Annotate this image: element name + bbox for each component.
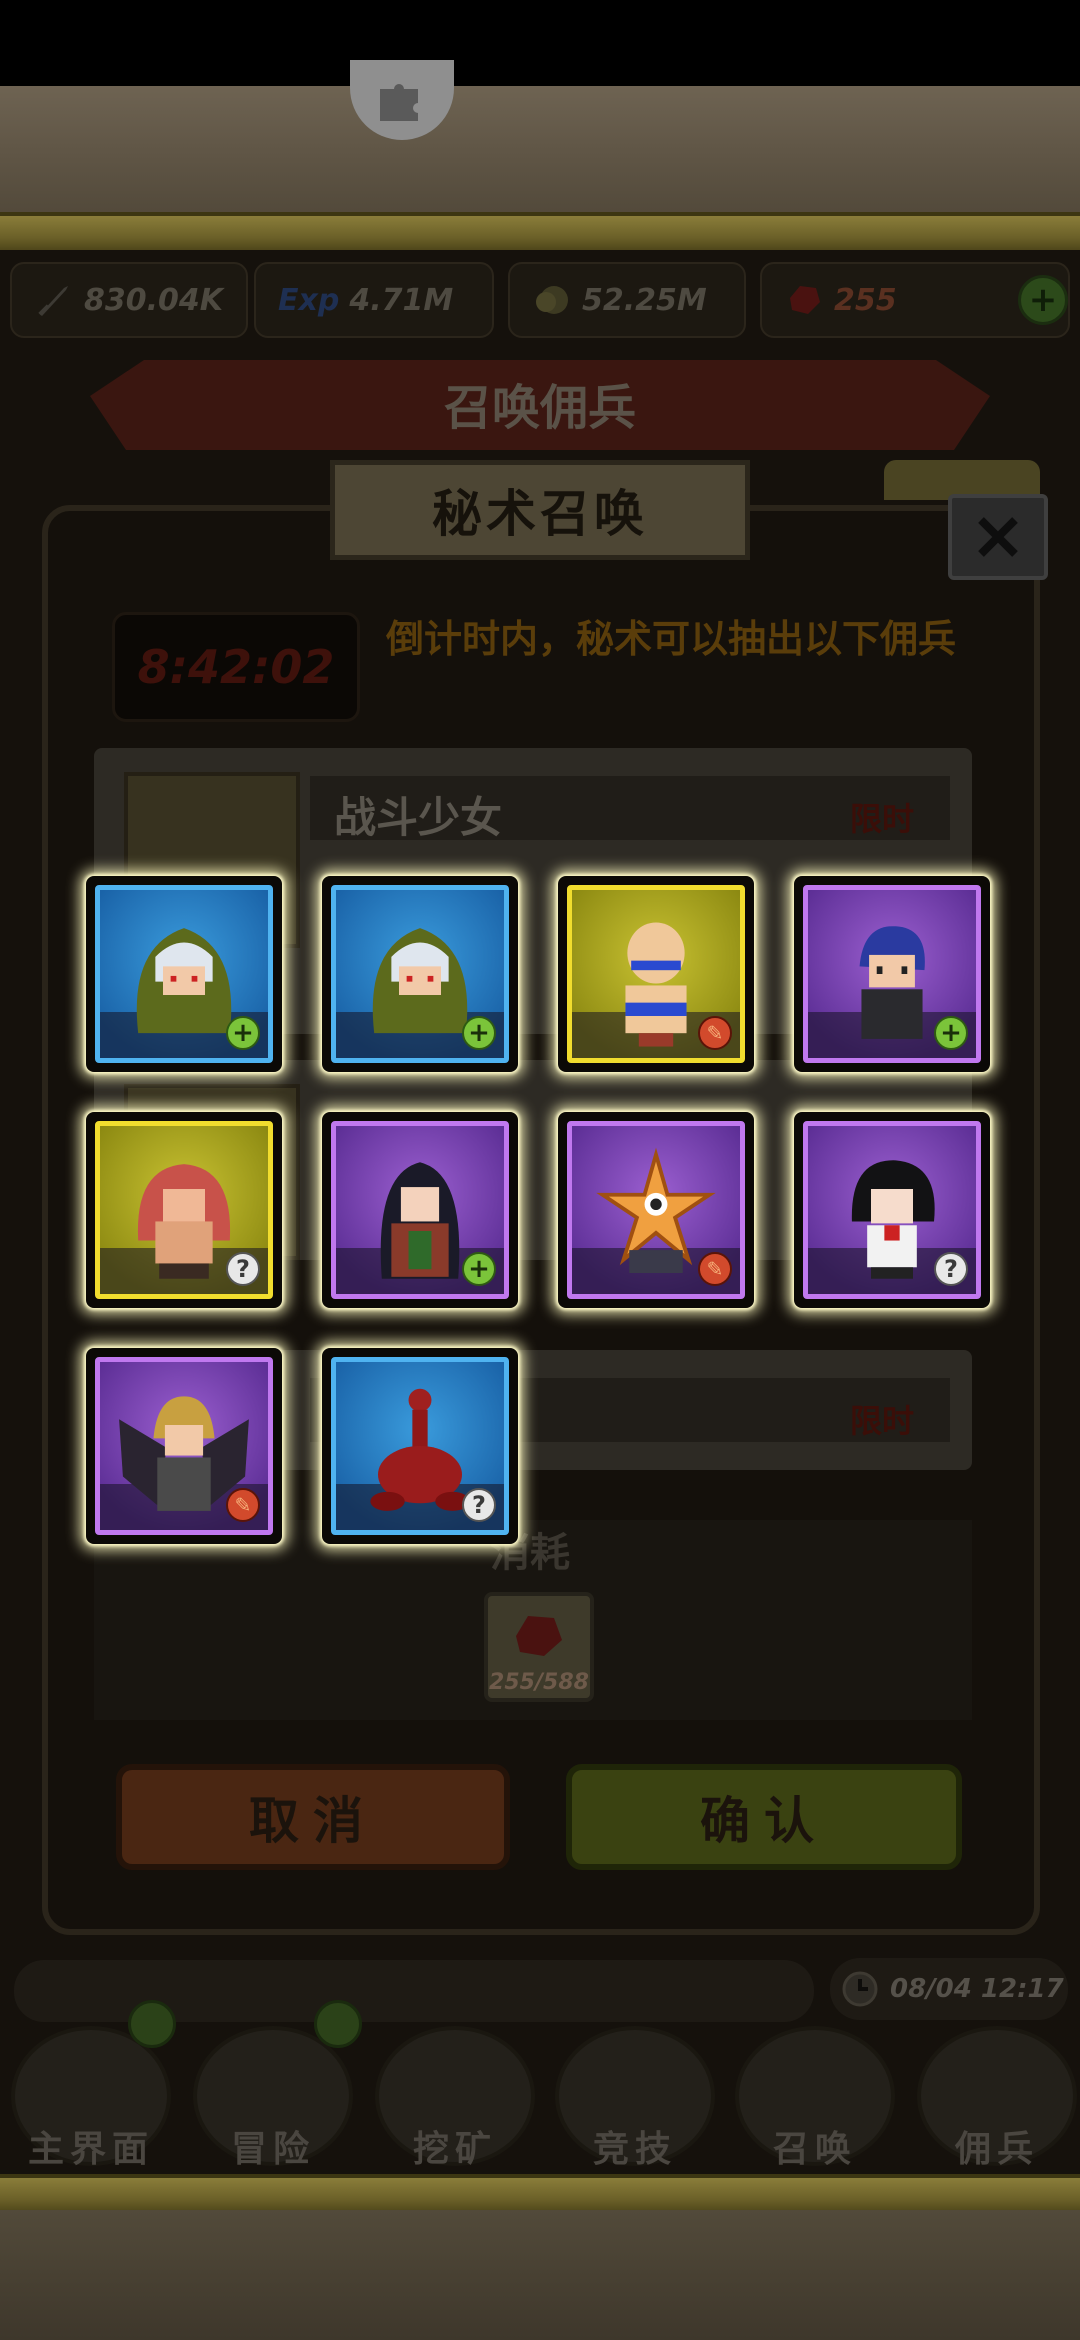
plus-badge-icon: + bbox=[934, 1016, 968, 1050]
notification-dot bbox=[128, 2000, 176, 2048]
resource-bar: 830.04K Exp 4.71M 52.25M 255 + bbox=[10, 262, 1070, 338]
popup-title-plate: 秘术召唤 bbox=[330, 460, 750, 560]
exp-display: Exp 4.71M bbox=[254, 262, 494, 338]
countdown-timer-box: 8:42:02 bbox=[112, 612, 360, 722]
hero-card-winged-knight[interactable]: ✎ bbox=[86, 1348, 282, 1544]
nav-pickaxe[interactable]: 挖矿 bbox=[370, 2000, 540, 2180]
feather-badge-icon: ✎ bbox=[698, 1016, 732, 1050]
close-button[interactable] bbox=[948, 494, 1048, 580]
hero-card-frame: + bbox=[331, 885, 509, 1063]
parchment-map-background bbox=[0, 86, 1080, 216]
ruby-value: 255 bbox=[834, 282, 897, 318]
hero-card-frame: ? bbox=[803, 1121, 981, 1299]
nav-label: 主界面 bbox=[27, 2129, 154, 2170]
plus-icon: + bbox=[1028, 280, 1058, 320]
hero-card-frame: ? bbox=[95, 1121, 273, 1299]
close-icon bbox=[978, 517, 1018, 557]
gold-coin-icon bbox=[536, 286, 568, 314]
status-bar bbox=[0, 0, 1080, 86]
summon-header-title: 召唤佣兵 bbox=[443, 380, 636, 436]
hero-card-red-scorpion[interactable]: ? bbox=[322, 1348, 518, 1544]
cost-value: 255/588 bbox=[489, 1670, 589, 1695]
limited-tag: 限时 bbox=[850, 1402, 915, 1440]
nav-crossed-swords[interactable]: 竞技 bbox=[550, 2000, 720, 2180]
sword-icon bbox=[38, 286, 68, 316]
cancel-button[interactable]: 取消 bbox=[116, 1764, 510, 1870]
add-ruby-button[interactable]: + bbox=[1018, 275, 1068, 325]
hero-card-bald-fighter[interactable]: ✎ bbox=[558, 876, 754, 1072]
question-badge-icon: ? bbox=[462, 1488, 496, 1522]
nav-label: 挖矿 bbox=[412, 2129, 497, 2170]
hero-card-frame: ✎ bbox=[567, 1121, 745, 1299]
plus-badge-icon: + bbox=[462, 1252, 496, 1286]
countdown-timer: 8:42:02 bbox=[137, 640, 335, 694]
hero-card-frame: ? bbox=[331, 1357, 509, 1535]
exp-icon: Exp bbox=[278, 282, 340, 318]
nav-label: 冒险 bbox=[230, 2129, 315, 2170]
limited-tag: 限时 bbox=[850, 800, 915, 838]
feather-badge-icon: ✎ bbox=[698, 1252, 732, 1286]
nav-label: 召唤 bbox=[772, 2129, 857, 2170]
hero-card-green-hood-silver-hair[interactable]: + bbox=[322, 876, 518, 1072]
gold-display: 52.25M bbox=[508, 262, 746, 338]
puzzle-icon bbox=[380, 83, 418, 121]
plus-badge-icon: + bbox=[226, 1016, 260, 1050]
hero-card-frame: + bbox=[331, 1121, 509, 1299]
hero-card-frame: + bbox=[803, 885, 981, 1063]
nav-tent[interactable]: 佣兵 bbox=[912, 2000, 1080, 2180]
hero-card-green-hood-silver-hair[interactable]: + bbox=[86, 876, 282, 1072]
hero-card-red-hair-brawler[interactable]: ? bbox=[86, 1112, 282, 1308]
hero-card-frame: ✎ bbox=[567, 885, 745, 1063]
parchment-map-background-bottom bbox=[0, 2210, 1080, 2340]
hero-card-starfish[interactable]: ✎ bbox=[558, 1112, 754, 1308]
hero-card-frame: + bbox=[95, 885, 273, 1063]
confirm-button[interactable]: 确认 bbox=[566, 1764, 962, 1870]
feather-badge-icon: ✎ bbox=[226, 1488, 260, 1522]
nav-summon-scroll[interactable]: 召唤 bbox=[730, 2000, 900, 2180]
exp-value: 4.71M bbox=[349, 282, 454, 318]
question-badge-icon: ? bbox=[226, 1252, 260, 1286]
nav-label: 竞技 bbox=[592, 2129, 677, 2170]
hero-card-dark-hair-mage[interactable]: + bbox=[322, 1112, 518, 1308]
row-name: 战斗少女 bbox=[334, 793, 503, 842]
popup-title: 秘术召唤 bbox=[432, 485, 648, 543]
notification-dot bbox=[314, 2000, 362, 2048]
ruby-display: 255 + bbox=[760, 262, 1070, 338]
plus-badge-icon: + bbox=[462, 1016, 496, 1050]
question-badge-icon: ? bbox=[934, 1252, 968, 1286]
hero-card-blue-hair-boy[interactable]: + bbox=[794, 876, 990, 1072]
hero-card-frame: ✎ bbox=[95, 1357, 273, 1535]
attack-power-display: 830.04K bbox=[10, 262, 248, 338]
nav-label: 佣兵 bbox=[954, 2129, 1039, 2170]
ruby-icon bbox=[516, 1616, 562, 1656]
ruby-icon bbox=[790, 286, 820, 314]
attack-power-value: 830.04K bbox=[84, 282, 224, 318]
hero-card-black-hair-girl[interactable]: ? bbox=[794, 1112, 990, 1308]
countdown-description: 倒计时内，秘术可以抽出以下佣兵 bbox=[386, 617, 957, 661]
gold-value: 52.25M bbox=[582, 282, 707, 318]
